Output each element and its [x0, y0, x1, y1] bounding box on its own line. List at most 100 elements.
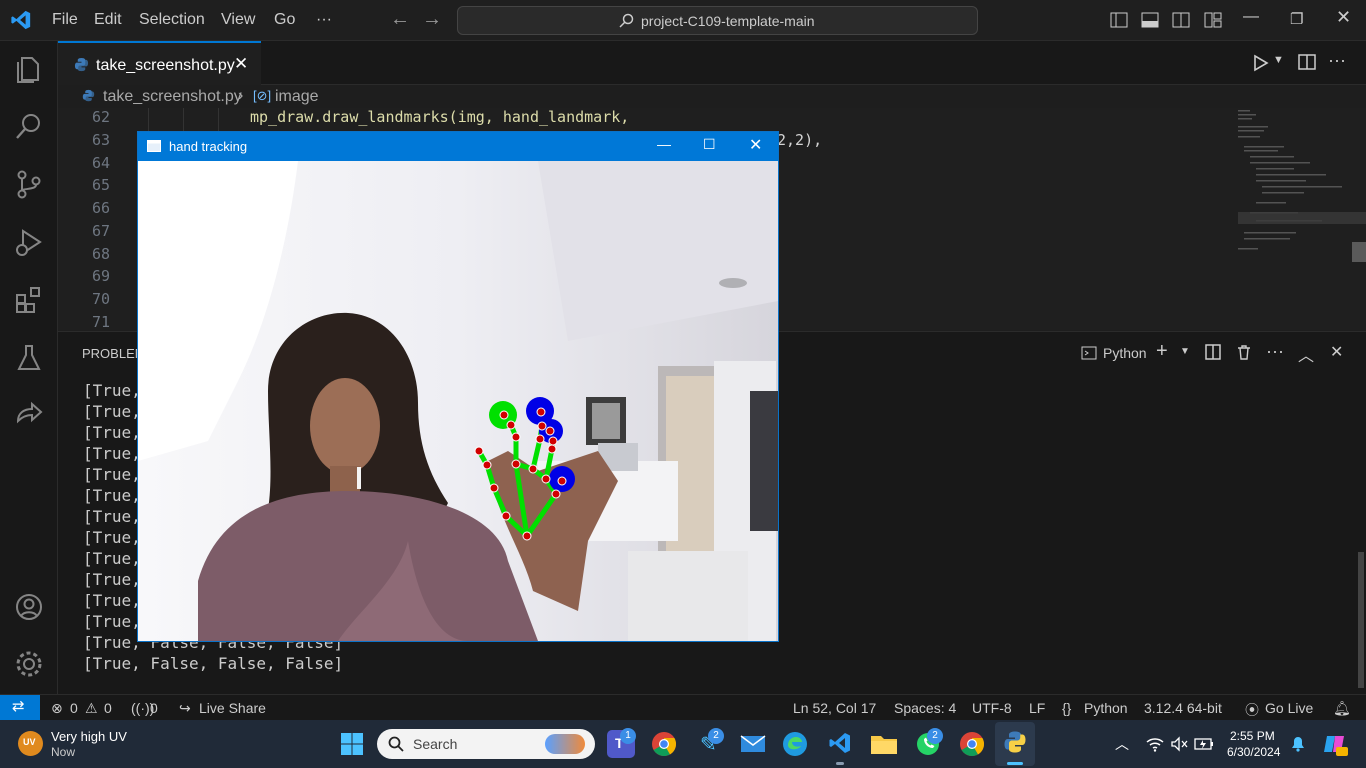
wifi-icon[interactable]: [1146, 736, 1164, 752]
minimap[interactable]: [1230, 108, 1366, 330]
indentation[interactable]: Spaces: 4: [894, 700, 956, 716]
breadcrumb-symbol[interactable]: image: [275, 88, 319, 106]
windows-start-icon[interactable]: [340, 732, 364, 756]
encoding[interactable]: UTF-8: [972, 700, 1012, 716]
edge-icon[interactable]: [782, 731, 808, 757]
run-dropdown-chevron-icon[interactable]: ▼: [1273, 54, 1284, 66]
weather-badge: UV: [23, 737, 36, 747]
battery-icon[interactable]: [1194, 736, 1214, 752]
menu-file[interactable]: File: [52, 11, 78, 29]
customize-layout-icon[interactable]: [1204, 12, 1222, 28]
volume-muted-icon[interactable]: [1170, 736, 1188, 752]
warning-count[interactable]: 0: [104, 700, 112, 716]
window-close-icon[interactable]: ✕: [749, 135, 762, 155]
notifications-bell-icon[interactable]: 🔔︎: [1333, 700, 1351, 717]
menu-selection[interactable]: Selection: [139, 11, 205, 29]
source-control-icon[interactable]: [14, 169, 44, 199]
panel-more-icon[interactable]: ···: [1266, 341, 1284, 362]
search-icon[interactable]: [14, 111, 44, 141]
breadcrumb-file[interactable]: take_screenshot.py: [103, 88, 242, 106]
menu-go[interactable]: Go: [274, 11, 295, 29]
command-center-search[interactable]: project-C109-template-main: [457, 6, 978, 35]
menu-view[interactable]: View: [221, 11, 255, 29]
window-maximize-icon[interactable]: ☐: [703, 136, 716, 153]
terminal-scrollbar[interactable]: [1358, 552, 1364, 688]
toggle-secondary-sidebar-icon[interactable]: [1172, 12, 1190, 28]
line-number: 70: [91, 290, 110, 308]
terminal-dropdown-chevron-icon[interactable]: ▼: [1180, 346, 1190, 357]
taskbar-search-box[interactable]: Search: [377, 729, 595, 759]
maximize-panel-chevron-icon[interactable]: ︿: [1298, 342, 1314, 366]
toggle-panel-icon[interactable]: [1141, 12, 1159, 28]
file-explorer-icon[interactable]: [870, 732, 898, 756]
warning-icon: ⚠: [85, 700, 98, 716]
live-share-activity-icon[interactable]: [14, 401, 44, 431]
menu-more[interactable]: ···: [316, 11, 332, 29]
clock-date[interactable]: 6/30/2024: [1227, 745, 1280, 759]
show-hidden-icons-chevron-icon[interactable]: ︿: [1115, 734, 1129, 754]
forward-arrow-icon[interactable]: →: [422, 8, 442, 31]
terminal-icon: [1081, 346, 1097, 360]
back-arrow-icon[interactable]: ←: [390, 8, 410, 31]
new-terminal-icon[interactable]: +: [1156, 340, 1168, 363]
go-live-button[interactable]: Go Live: [1265, 700, 1313, 716]
window-minimize-icon[interactable]: —: [657, 136, 671, 152]
line-number: 64: [91, 154, 110, 172]
terminal-output-line: [True,: [83, 528, 141, 547]
python-app-active[interactable]: [995, 722, 1035, 766]
python-taskbar-icon: [1004, 731, 1026, 753]
teams-badge: 1: [620, 728, 636, 744]
copilot-icon[interactable]: [1322, 731, 1348, 757]
end-of-line[interactable]: LF: [1029, 700, 1045, 716]
error-count[interactable]: 0: [70, 700, 78, 716]
weather-widget-icon[interactable]: UV: [18, 731, 43, 756]
explorer-icon[interactable]: [14, 54, 44, 84]
notification-bell-icon[interactable]: [1290, 736, 1306, 752]
search-icon: [388, 736, 404, 752]
line-number: 67: [91, 222, 110, 240]
cursor-position[interactable]: Ln 52, Col 17: [793, 700, 876, 716]
close-icon[interactable]: ✕: [1336, 7, 1351, 28]
remote-indicator[interactable]: ⇄: [0, 695, 40, 721]
clock-time[interactable]: 2:55 PM: [1230, 729, 1275, 743]
more-actions-icon[interactable]: ···: [1328, 50, 1346, 71]
live-share-button[interactable]: Live Share: [199, 700, 266, 716]
vscode-taskbar-icon[interactable]: [828, 731, 852, 755]
testing-icon[interactable]: [14, 343, 44, 373]
terminal-name[interactable]: Python: [1103, 345, 1147, 361]
vscode-logo-icon: [11, 10, 31, 30]
restore-icon[interactable]: ❐: [1290, 10, 1303, 28]
toggle-primary-sidebar-icon[interactable]: [1110, 12, 1128, 28]
mail-app-icon[interactable]: [739, 730, 767, 758]
breadcrumb-separator-icon: ›: [238, 87, 244, 104]
terminal-output-line: [True,: [83, 381, 141, 400]
split-terminal-icon[interactable]: [1205, 344, 1221, 360]
ports-count[interactable]: 0: [150, 700, 158, 716]
language-mode[interactable]: Python: [1084, 700, 1128, 716]
settings-gear-icon[interactable]: [14, 649, 44, 679]
tab-take-screenshot[interactable]: take_screenshot.py ✕: [58, 41, 261, 85]
menu-edit[interactable]: Edit: [94, 11, 122, 29]
accounts-icon[interactable]: [14, 592, 44, 622]
tab-close-icon[interactable]: ✕: [234, 54, 248, 74]
run-python-file-icon[interactable]: [1250, 53, 1270, 73]
minimize-icon[interactable]: —: [1243, 8, 1259, 26]
window-title: hand tracking: [169, 139, 248, 154]
code-line-63: 2,2),: [777, 131, 823, 149]
python-file-icon: [74, 57, 89, 72]
split-editor-icon[interactable]: [1298, 54, 1316, 70]
webcam-image: [138, 161, 778, 641]
terminal-output-line: [True,: [83, 570, 141, 589]
chrome-icon[interactable]: [651, 731, 677, 757]
run-debug-icon[interactable]: [14, 227, 44, 257]
close-panel-icon[interactable]: ✕: [1330, 342, 1343, 362]
hand-tracking-window[interactable]: hand tracking — ☐ ✕: [137, 131, 779, 642]
weather-title[interactable]: Very high UV: [51, 729, 127, 744]
language-braces-icon: {}: [1062, 700, 1072, 716]
terminal-output-line: [True,: [83, 612, 141, 631]
chrome-profile-icon[interactable]: [959, 731, 985, 757]
extensions-icon[interactable]: [14, 285, 44, 315]
python-interpreter[interactable]: 3.12.4 64-bit: [1144, 700, 1222, 716]
kill-terminal-trash-icon[interactable]: [1236, 344, 1252, 360]
hand-tracking-titlebar[interactable]: hand tracking — ☐ ✕: [138, 132, 778, 161]
